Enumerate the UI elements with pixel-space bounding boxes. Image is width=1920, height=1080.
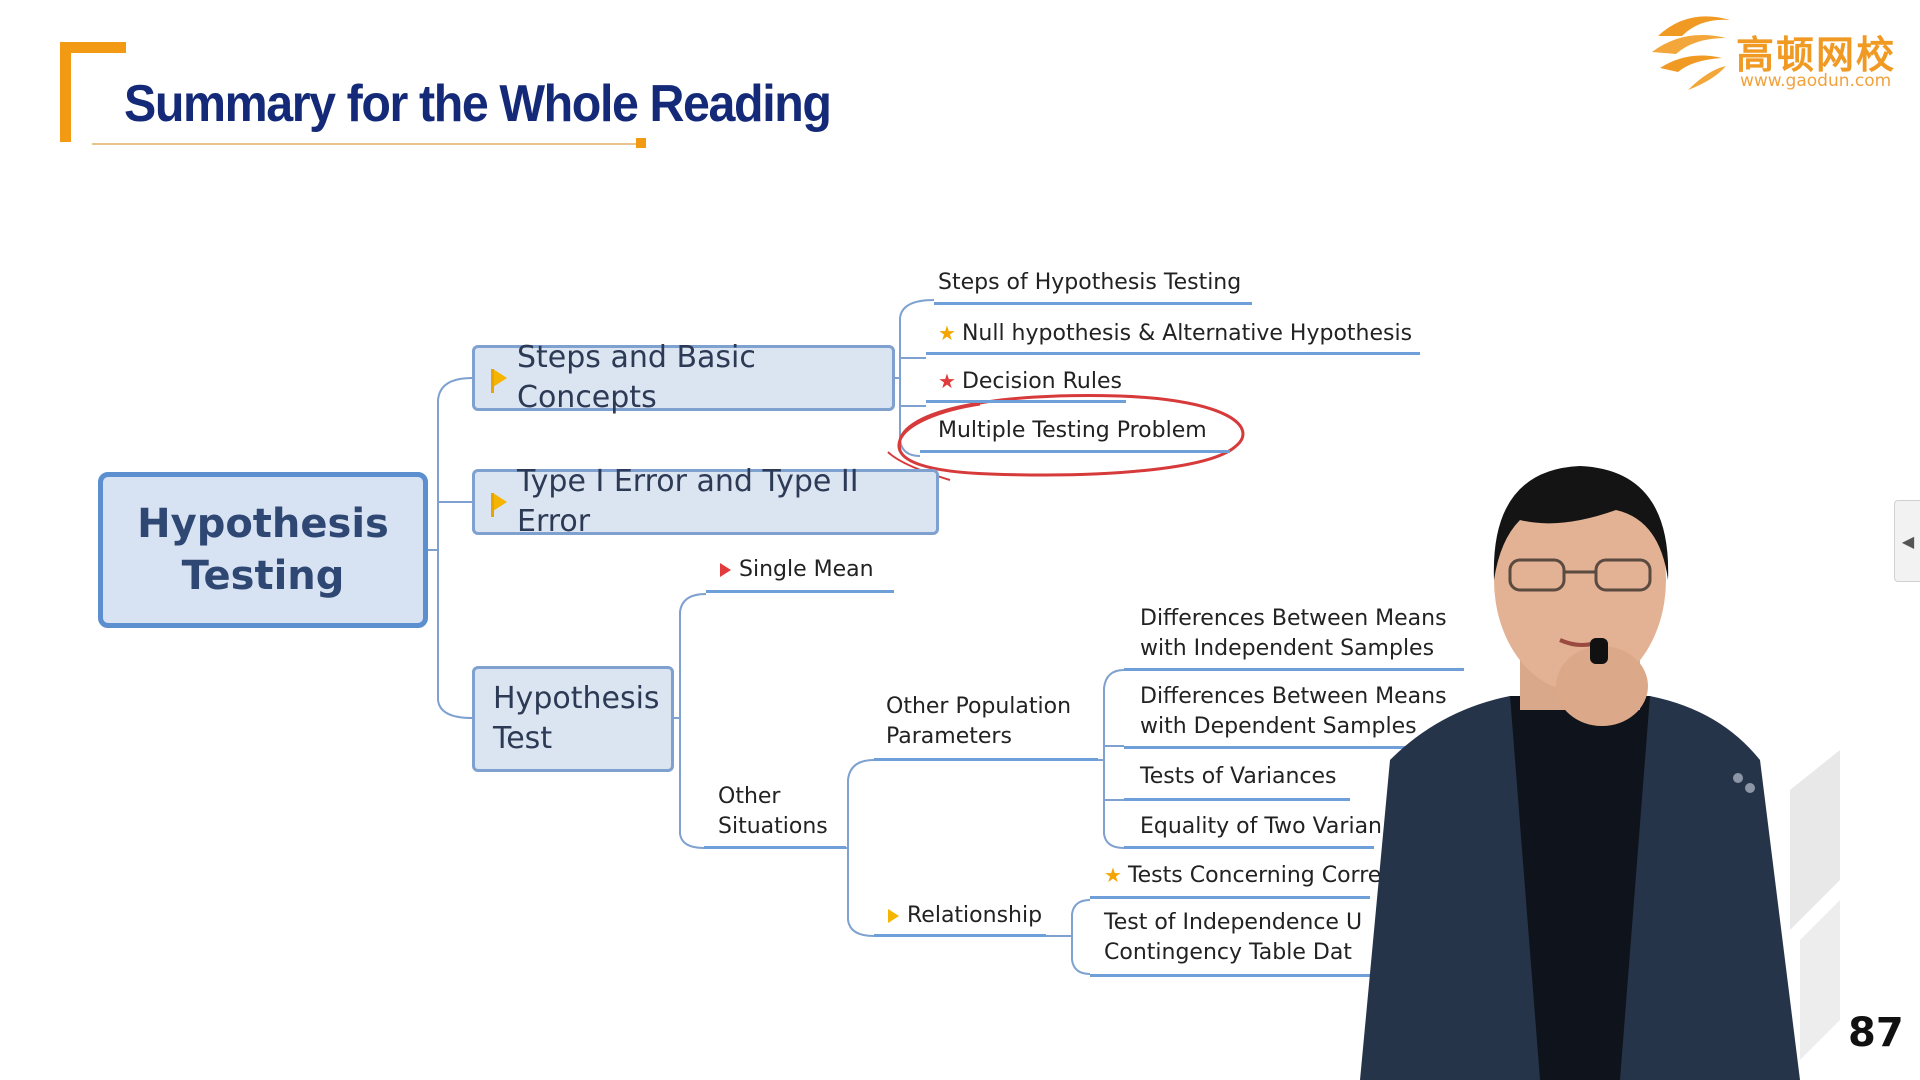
leaf-text: Other Situations (718, 784, 828, 839)
leaf-tests-of-variances: Tests of Variances (1140, 762, 1336, 792)
leaf-underline (704, 846, 846, 849)
node-error-label: Type I Error and Type II Error (517, 464, 859, 539)
chevron-left-icon: ◀ (1901, 531, 1915, 551)
leaf-underline (934, 302, 1252, 305)
yellow-flag-icon (491, 369, 507, 393)
red-flag-icon (720, 563, 731, 577)
node-hypothesis-test-label: Hypothesis Test (493, 681, 660, 756)
red-star-icon: ★ (938, 369, 956, 393)
leaf-text: Steps of Hypothesis Testing (938, 270, 1242, 295)
leaf-underline (926, 400, 1126, 403)
presenter-video-overlay (1360, 466, 1840, 1080)
leaf-underline (874, 758, 1098, 761)
yellow-flag-icon (888, 909, 899, 923)
yellow-flag-icon (491, 493, 507, 517)
leaf-underline (920, 450, 1230, 453)
leaf-text: Single Mean (739, 557, 874, 582)
leaf-underline (926, 352, 1420, 355)
slide-page-number: 87 (1848, 1010, 1904, 1056)
leaf-null-hypothesis: ★ Null hypothesis & Alternative Hypothesi… (938, 318, 1412, 349)
leaf-multiple-testing-problem: Multiple Testing Problem (938, 416, 1207, 446)
leaf-underline (874, 934, 1046, 937)
leaf-underline (706, 590, 894, 593)
root-node-hypothesis-testing: Hypothesis Testing (98, 472, 428, 628)
leaf-text: Decision Rules (961, 369, 1122, 394)
collapse-panel-tab[interactable]: ◀ (1894, 500, 1920, 582)
star-icon: ★ (938, 321, 956, 345)
leaf-text: Tests of Variances (1140, 764, 1337, 789)
leaf-single-mean: Single Mean (720, 555, 874, 585)
leaf-relationship: Relationship (888, 901, 1042, 931)
star-icon: ★ (1104, 863, 1122, 887)
leaf-text: Other Population Parameters (886, 694, 1072, 749)
node-type-i-ii-error: Type I Error and Type II Error (472, 464, 939, 539)
leaf-underline (1124, 798, 1350, 801)
node-steps-label: Steps and Basic Concepts (517, 340, 756, 415)
leaf-decision-rules: ★ Decision Rules (938, 366, 1122, 397)
leaf-text: Relationship (907, 903, 1043, 928)
leaf-other-situations: Other Situations (718, 782, 838, 842)
leaf-text: Null hypothesis & Alternative Hypothesis (961, 321, 1413, 346)
node-hypothesis-test: Hypothesis Test (472, 666, 674, 772)
leaf-steps-of-hypothesis-testing: Steps of Hypothesis Testing (938, 268, 1241, 298)
leaf-other-population-parameters: Other Population Parameters (886, 692, 1086, 752)
leaf-text: Multiple Testing Problem (938, 418, 1207, 443)
lecture-slide: Summary for the Whole Reading 高顿网校 www.g… (0, 0, 1920, 1080)
node-steps-and-basic-concepts: Steps and Basic Concepts (472, 340, 895, 415)
